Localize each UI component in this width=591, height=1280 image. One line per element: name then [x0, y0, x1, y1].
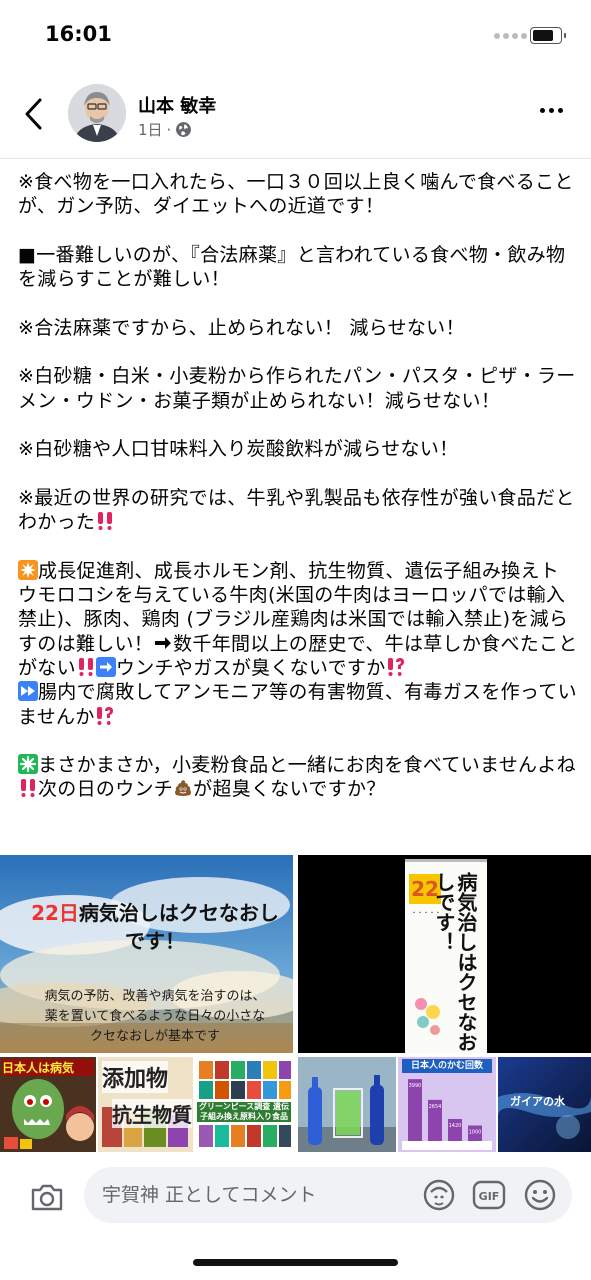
paragraph-text: 次の日のウンチ	[38, 778, 174, 801]
image-caption: クセなおしが基本です	[89, 1029, 220, 1044]
right-arrow-icon	[155, 636, 172, 649]
image-caption: 薬を置いて食べるような日々の小さな	[44, 1009, 266, 1024]
post-paragraph: ※白砂糖や人口甘味料入り炭酸飲料が減らせない！	[18, 438, 459, 461]
signal-icon	[494, 33, 527, 39]
chart-bar-label: 1420	[449, 1123, 462, 1129]
more-options-icon[interactable]	[540, 108, 563, 113]
meta-separator: ·	[166, 120, 172, 139]
eight-pointed-star-icon	[18, 559, 38, 580]
image-text: 添加物	[102, 1061, 169, 1093]
image-title: 病気治しはクセなおし	[78, 901, 279, 925]
comment-input-box[interactable]: GIF	[84, 1167, 572, 1223]
post-image-sky-quote[interactable]: 22日病気治しはクセなおし です！ 病気の予防、改善や病気を治すのは、 薬を置い…	[0, 855, 293, 1053]
double-exclamation-icon	[78, 657, 93, 676]
post-image-gaia-water[interactable]: ガイアの水	[498, 1057, 591, 1152]
status-time: 16:01	[45, 22, 112, 46]
fast-forward-icon	[18, 681, 38, 702]
right-arrow-button-icon	[95, 656, 116, 677]
paragraph-text: が超臭くないですか？	[193, 778, 386, 801]
chart-bar-label: 2654	[429, 1104, 442, 1110]
post-header: 山本 敏幸 1日 ·	[0, 70, 591, 159]
back-icon[interactable]	[20, 97, 50, 131]
comment-input[interactable]	[100, 1179, 404, 1211]
post-paragraph: ■一番難しいのが、『合法麻薬』と言われている食べ物・飲み物を減らすことが難しい！	[18, 243, 566, 291]
exclamation-question-icon	[96, 706, 113, 725]
post-image-grid: 22日病気治しはクセなおし です！ 病気の予防、改善や病気を治すのは、 薬を置い…	[0, 855, 591, 1152]
image-title-day: 22日	[31, 901, 79, 925]
emoji-icon[interactable]	[521, 1176, 559, 1214]
status-bar: 16:01	[0, 0, 591, 70]
post-text: ※食べ物を一口入れたら、一口３０回以上良く噛んで食べることが、ガン予防、ダイエッ…	[18, 170, 578, 826]
image-text: グリーンピース調査 遺伝子組み換え原料入り食品	[197, 1102, 291, 1122]
avatar-sticker-icon[interactable]	[420, 1176, 458, 1214]
gif-label: GIF	[479, 1190, 500, 1203]
post-paragraph: ※合法麻薬ですから、止められない！ 減らせない！	[18, 316, 465, 339]
globe-icon	[176, 122, 192, 137]
image-text: 日本人は病気	[2, 1059, 94, 1076]
eight-spoked-asterisk-icon	[18, 754, 38, 775]
post-paragraph: ※白砂糖・白米・小麦粉から作られたパン・パスタ・ピザ・ラーメン・ウドン・お菓子類…	[18, 365, 576, 412]
post-image-chewing-chart[interactable]: 日本人のかむ回数 3990 2654 1420 1000	[398, 1057, 496, 1152]
paragraph-text: まさかまさか，小麦粉食品と一緒にお肉を食べていませんよね	[38, 754, 576, 777]
post-paragraph: 成長促進剤、成長ホルモン剤、抗生物質、遺伝子組み換えトウモロコシを与えている牛肉…	[18, 559, 578, 729]
double-exclamation-icon	[21, 779, 35, 798]
post-paragraph: ※食べ物を一口入れたら、一口３０回以上良く噛んで食べることが、ガン予防、ダイエッ…	[18, 171, 574, 218]
exclamation-question-icon	[387, 657, 404, 676]
image-caption: 病気の予防、改善や病気を治すのは、	[44, 989, 266, 1004]
gif-icon[interactable]: GIF	[470, 1176, 508, 1214]
post-image-illustration[interactable]: 日本人は病気	[0, 1057, 96, 1152]
chewing-bar-chart: 3990 2654 1420 1000	[402, 1079, 492, 1150]
post-paragraph: ※最近の世界の研究では、牛乳や乳製品も依存性が強い食品だとわかった	[18, 486, 578, 535]
paragraph-text: ウンチやガスが臭くないですか	[115, 656, 386, 679]
post-image-gm-foods[interactable]: グリーンピース調査 遺伝子組み換え原料入り食品	[195, 1057, 293, 1152]
post-image-calendar[interactable]: 22 ・・・・・・・・・・・・・・・・・・・・・・・・・・ 病気治しはクセなおし…	[298, 855, 591, 1053]
post-age[interactable]: 1日	[138, 119, 163, 140]
post-image-bottles[interactable]	[298, 1057, 396, 1152]
chart-axis	[402, 1141, 492, 1150]
image-title-end: です！	[125, 929, 185, 953]
post-paragraph: まさかまさか，小麦粉食品と一緒にお肉を食べていませんよね次の日のウンチ が超臭くな…	[18, 753, 578, 802]
post-meta: 1日 ·	[138, 119, 192, 140]
image-text: ガイアの水	[510, 1095, 565, 1108]
avatar[interactable]	[68, 84, 126, 142]
battery-icon	[530, 27, 566, 44]
chart-bar-label: 3990	[409, 1083, 422, 1089]
pile-of-poo-icon	[175, 780, 192, 797]
calendar-vertical-text: 病気治しはクセなおしです！	[432, 872, 478, 1052]
author-name[interactable]: 山本 敏幸	[138, 92, 216, 118]
home-indicator	[193, 1259, 398, 1266]
image-text: 抗生物質	[112, 1099, 192, 1128]
post-image-additives[interactable]: 添加物 抗生物質	[98, 1057, 193, 1152]
double-exclamation-icon	[98, 512, 113, 531]
camera-icon[interactable]	[28, 1178, 66, 1216]
chart-bar-label: 1000	[469, 1130, 482, 1136]
